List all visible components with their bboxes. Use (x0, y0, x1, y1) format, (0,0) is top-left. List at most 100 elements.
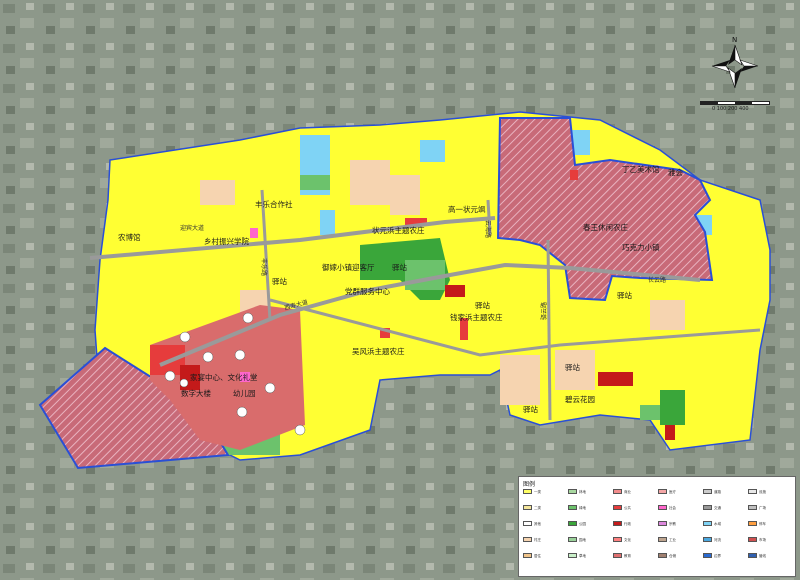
label-qiaoke: 巧克力小镇 (622, 242, 660, 252)
scale-bar (700, 101, 770, 105)
legend-swatch (703, 537, 712, 542)
legend-label: 河流 (714, 537, 721, 542)
legend-swatch (703, 553, 712, 558)
legend-swatch (568, 553, 577, 558)
green-zone (660, 390, 685, 425)
legend-label: 行政 (624, 521, 631, 526)
road-label: 丰乐路 (260, 258, 268, 276)
green-zone (405, 260, 445, 290)
label-xiangcun: 乡村振兴学院 (204, 236, 249, 246)
label-yizhan5: 驿站 (523, 404, 538, 414)
legend-label: 管线 (759, 553, 766, 558)
water-body (320, 210, 335, 235)
legend-label: 草地 (579, 553, 586, 558)
road-label: 长云路 (648, 276, 666, 284)
legend-label: 交通 (714, 505, 721, 510)
facility (250, 228, 258, 238)
legend-label: 园地 (579, 537, 586, 542)
legend-label: 林地 (579, 489, 586, 494)
facility (570, 170, 578, 180)
legend-swatch (748, 489, 757, 494)
planning-map: 农博馆 乡村振兴学院 丰乐合作社 高一状元飒 状元浜主题农庄 御嫁小镇迎客厅 党… (0, 0, 800, 580)
road-label: 迎宾大道 (180, 224, 204, 232)
legend-swatch (703, 505, 712, 510)
label-yangao: 高一状元飒 (448, 204, 486, 214)
road-label: 驿云路 (540, 302, 548, 320)
legend-swatch (523, 521, 532, 526)
scale-label: 0 100 200 400 (712, 106, 749, 112)
legend-label: 村庄 (534, 537, 541, 542)
legend-label: 仓储 (669, 553, 676, 558)
facility (665, 425, 675, 440)
label-yizhan3: 驿站 (617, 290, 632, 300)
legend-swatch (613, 521, 622, 526)
compass-north-label: N (732, 36, 737, 44)
legend-label: 广场 (759, 505, 766, 510)
village-zone (390, 175, 420, 215)
label-yuhu: 御嫁小镇迎客厅 (322, 262, 375, 272)
village-zone (350, 160, 390, 205)
legend-swatch (613, 553, 622, 558)
legend-label: 工业 (669, 537, 676, 542)
legend-label: 医疗 (669, 489, 676, 494)
legend-swatch (568, 537, 577, 542)
legend-swatch (658, 553, 667, 558)
legend-label: 道路 (714, 489, 721, 494)
legend-swatch (613, 489, 622, 494)
legend-label: 市场 (759, 537, 766, 542)
legend-swatch (568, 489, 577, 494)
legend-label: 水域 (714, 521, 721, 526)
legend-label: 设施 (759, 489, 766, 494)
legend-swatch (523, 505, 532, 510)
legend-label: 二类 (534, 505, 541, 510)
village-zone (500, 355, 540, 405)
legend-swatch (658, 521, 667, 526)
legend-swatch (748, 553, 757, 558)
label-dingyi: 丁乙美术馆 (622, 164, 660, 174)
label-fengle: 丰乐合作社 (255, 199, 293, 209)
road-label: 云海路 (484, 220, 492, 238)
label-shuzi: 数字大楼 (181, 388, 211, 398)
label-wufeng: 吴风浜主题农庄 (352, 346, 405, 356)
legend-swatch (523, 553, 532, 558)
village-zone (200, 180, 235, 205)
legend-label: 宗教 (669, 521, 676, 526)
legend-swatch (523, 489, 532, 494)
legend-label: 其他 (534, 521, 541, 526)
legend-swatch (568, 521, 577, 526)
legend-swatch (748, 537, 757, 542)
facility (598, 372, 633, 386)
label-yizhan1: 驿站 (392, 262, 407, 272)
green-zone (300, 175, 330, 190)
label-yizhan2: 驿站 (272, 276, 287, 286)
legend-swatch (658, 537, 667, 542)
legend-label: 居住 (534, 553, 541, 558)
label-biyun: 碧云花园 (565, 394, 595, 404)
label-dangqun: 党群服务中心 (345, 286, 390, 296)
legend-label: 社会 (669, 505, 676, 510)
legend-swatch (568, 505, 577, 510)
legend-swatch (748, 521, 757, 526)
legend-label: 边界 (714, 553, 721, 558)
legend-label: 绿地 (579, 505, 586, 510)
legend-swatch (703, 521, 712, 526)
label-nongbo: 农博馆 (118, 232, 141, 242)
facility (445, 285, 465, 297)
label-jiayan: 家宴中心、文化礼堂 (190, 372, 258, 382)
water-body (420, 140, 445, 162)
legend-label: 一类 (534, 489, 541, 494)
legend-label: 教育 (624, 553, 631, 558)
green-zone (640, 405, 660, 420)
legend-label: 商业 (624, 489, 631, 494)
label-yizhan6: 驿站 (475, 300, 490, 310)
legend-label: 停车 (759, 521, 766, 526)
village-zone (650, 300, 685, 330)
legend-swatch (613, 537, 622, 542)
legend-swatch (748, 505, 757, 510)
legend-swatch (523, 537, 532, 542)
label-youer: 幼儿园 (233, 388, 256, 398)
label-yizhan4: 驿站 (565, 362, 580, 372)
label-chunwang: 春王休闲农庄 (583, 222, 628, 232)
legend-swatch (658, 505, 667, 510)
legend-swatch (658, 489, 667, 494)
